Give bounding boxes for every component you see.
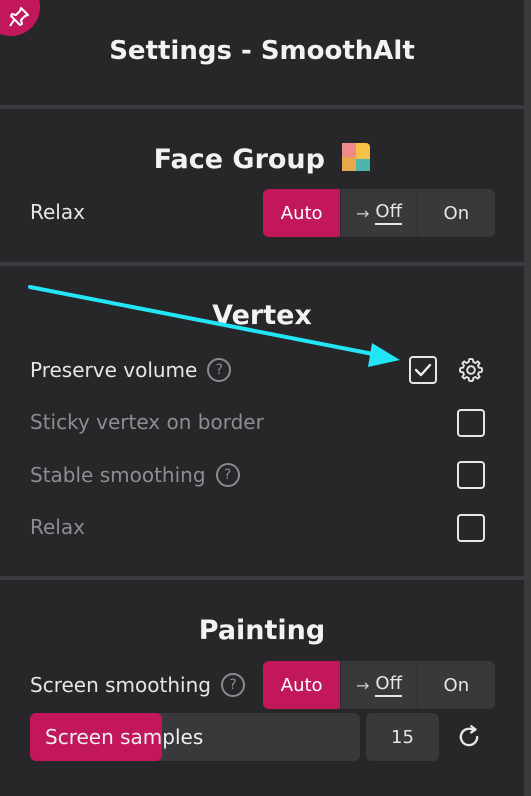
reset-icon[interactable] xyxy=(455,723,483,751)
vertex-relax-checkbox[interactable] xyxy=(457,514,485,542)
face-relax-off-button[interactable]: → Off xyxy=(341,189,418,237)
face-group-heading: Face Group xyxy=(0,143,524,175)
vertex-title: Vertex xyxy=(212,300,312,331)
divider xyxy=(0,262,524,266)
preserve-volume-checkbox[interactable] xyxy=(409,356,437,384)
stable-smoothing-checkbox[interactable] xyxy=(457,461,485,489)
face-relax-auto-button[interactable]: Auto xyxy=(263,189,342,237)
window-title: Settings - SmoothAlt xyxy=(109,36,415,66)
pin-icon xyxy=(9,7,29,27)
divider xyxy=(0,576,524,580)
vertex-relax-label: Relax xyxy=(30,515,85,539)
screen-samples-value[interactable]: 15 xyxy=(366,713,439,761)
painting-title: Painting xyxy=(198,615,326,646)
screen-smoothing-off-button[interactable]: → Off xyxy=(341,661,418,709)
face-relax-on-button[interactable]: On xyxy=(418,189,495,237)
sticky-vertex-label: Sticky vertex on border xyxy=(30,410,264,434)
screen-smoothing-auto-button[interactable]: Auto xyxy=(263,661,342,709)
preserve-volume-row: Preserve volume? xyxy=(30,357,232,384)
face-group-title: Face Group xyxy=(153,144,325,175)
screen-smoothing-row: Screen smoothing? xyxy=(30,672,245,699)
panel-edge xyxy=(524,0,531,796)
preserve-volume-label: Preserve volume xyxy=(30,358,198,382)
face-group-icon xyxy=(342,143,371,171)
divider xyxy=(0,105,524,109)
sticky-vertex-checkbox[interactable] xyxy=(457,409,485,437)
stable-smoothing-row: Stable smoothing? xyxy=(30,462,240,489)
screen-smoothing-on-button[interactable]: On xyxy=(418,661,495,709)
gear-icon[interactable] xyxy=(457,356,485,384)
stable-smoothing-label: Stable smoothing xyxy=(30,463,206,487)
arrow-right-icon: → xyxy=(356,203,370,223)
arrow-right-icon: → xyxy=(356,675,370,695)
checkmark-icon xyxy=(414,363,432,377)
help-icon[interactable]: ? xyxy=(215,462,240,487)
help-icon[interactable]: ? xyxy=(207,357,232,382)
screen-smoothing-segmented: Auto → Off On xyxy=(263,661,495,709)
screen-samples-label: Screen samples xyxy=(45,725,204,749)
screen-samples-slider[interactable]: Screen samples xyxy=(30,713,360,761)
off-label: Off xyxy=(375,673,402,697)
face-relax-segmented: Auto → Off On xyxy=(263,189,495,237)
help-icon[interactable]: ? xyxy=(220,672,245,697)
face-relax-label: Relax xyxy=(30,200,85,224)
off-label: Off xyxy=(375,201,402,225)
screen-smoothing-label: Screen smoothing xyxy=(30,673,211,697)
